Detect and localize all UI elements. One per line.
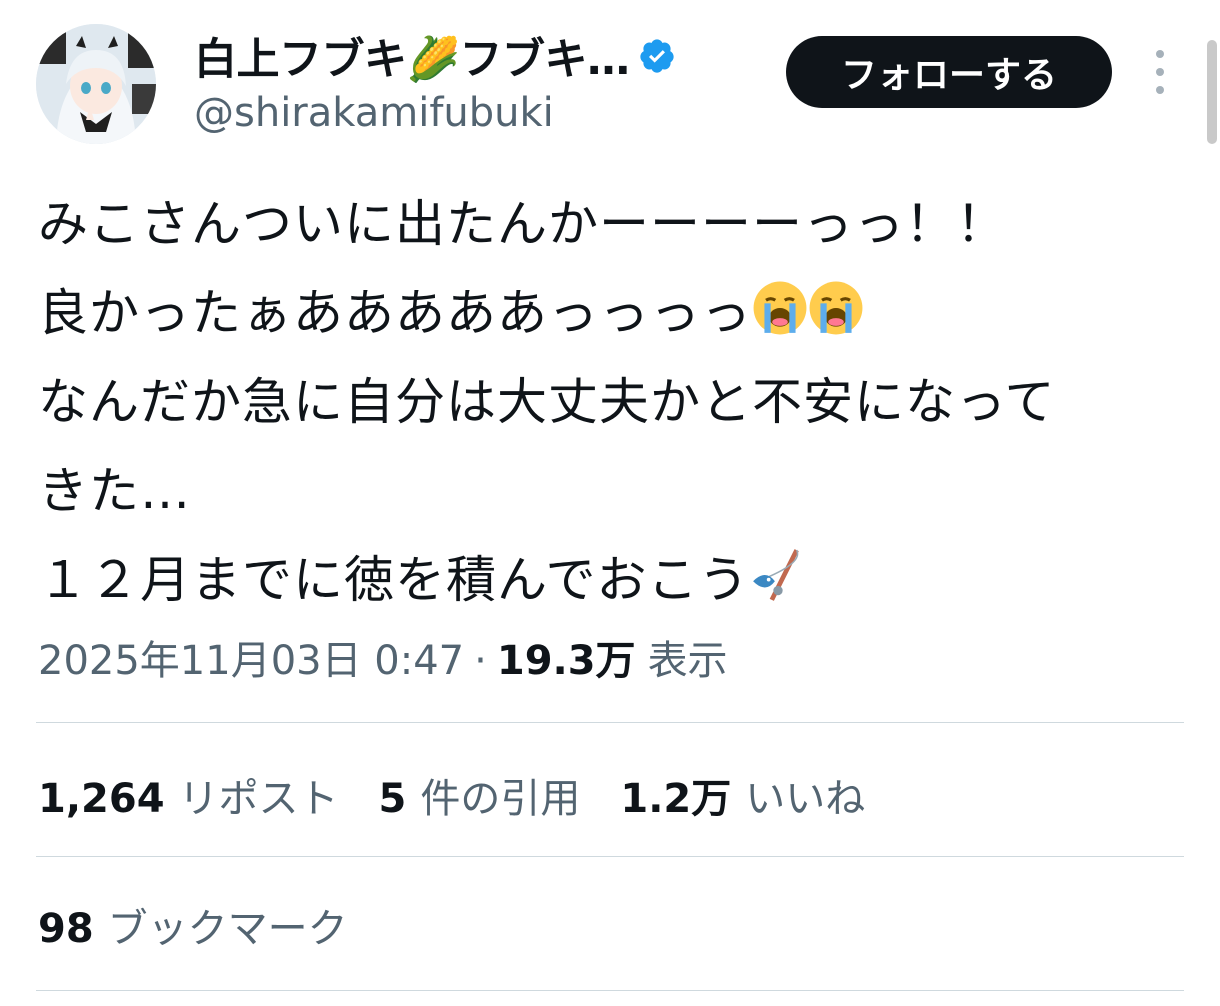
tweet-line: １２月までに徳を積んでおこう: [38, 536, 1198, 625]
tweet-line-text: 良かったぁあああああっっっっ: [38, 284, 752, 342]
bookmarks-label: ブックマーク: [107, 906, 348, 952]
tweet-line: 良かったぁあああああっっっっ: [38, 269, 1198, 358]
reposts-count: 1,264: [38, 776, 165, 822]
more-dot: [1156, 86, 1164, 94]
reposts-label: リポスト: [178, 776, 339, 822]
tweet-line: なんだか急に自分は大丈夫かと不安になって: [38, 358, 1198, 447]
loudly-crying-face-icon: [808, 275, 864, 364]
timestamp[interactable]: 2025年11月03日 0:47: [38, 628, 464, 686]
author-name-row[interactable]: 白上フブキ🌽フブキ…: [194, 26, 676, 86]
tweet-line-text: なんだか急に自分は大丈夫かと不安になって: [38, 373, 1056, 431]
tweet-line-text: １２月までに徳を積んでおこう: [38, 551, 750, 609]
likes-label: いいね: [745, 776, 866, 822]
more-dot: [1156, 50, 1164, 58]
bookmarks-count: 98: [38, 906, 94, 952]
scrollbar[interactable]: [1207, 40, 1217, 144]
follow-button[interactable]: フォローする: [786, 36, 1112, 108]
display-name[interactable]: 白上フブキ🌽フブキ…: [194, 25, 630, 87]
quotes-label: 件の引用: [420, 776, 581, 822]
avatar[interactable]: [36, 24, 156, 144]
tweet-line: みこさんついに出たんかーーーーっっ！！: [38, 180, 1198, 269]
meta-separator: ·: [474, 638, 487, 684]
more-vertical-icon[interactable]: [1146, 50, 1174, 94]
quotes-count: 5: [378, 776, 407, 822]
divider: [36, 722, 1184, 723]
quotes-stat[interactable]: 5 件の引用: [379, 766, 581, 824]
divider: [36, 856, 1184, 857]
author-handle[interactable]: @shirakamifubuki: [194, 90, 554, 136]
likes-stat[interactable]: 1.2万 いいね: [620, 766, 865, 824]
tweet-text: みこさんついに出たんかーーーーっっ！！ 良かったぁあああああっっっっ なんだか急…: [38, 180, 1198, 625]
likes-count: 1.2万: [620, 776, 732, 822]
fishing-pole-icon: [750, 542, 806, 631]
tweet-line-text: みこさんついに出たんかーーーーっっ！！: [38, 195, 1007, 253]
anime-avatar-icon: [36, 24, 156, 144]
verified-badge-icon: [638, 37, 676, 75]
reposts-stat[interactable]: 1,264 リポスト: [38, 766, 339, 824]
tweet-meta: 2025年11月03日 0:47 · 19.3万 表示: [38, 628, 728, 686]
tweet-detail: 白上フブキ🌽フブキ… @shirakamifubuki フォローする みこさんつ…: [0, 0, 1220, 1006]
more-dot: [1156, 68, 1164, 76]
views-label: 表示: [647, 638, 728, 684]
engagement-stats: 1,264 リポスト 5 件の引用 1.2万 いいね: [38, 766, 905, 824]
tweet-line-text: きた…: [38, 462, 191, 520]
bookmarks-stat[interactable]: 98 ブックマーク: [38, 896, 348, 954]
loudly-crying-face-icon: [752, 275, 808, 364]
views-count: 19.3万: [496, 638, 636, 684]
divider: [36, 990, 1184, 991]
tweet-line: きた…: [38, 447, 1198, 536]
